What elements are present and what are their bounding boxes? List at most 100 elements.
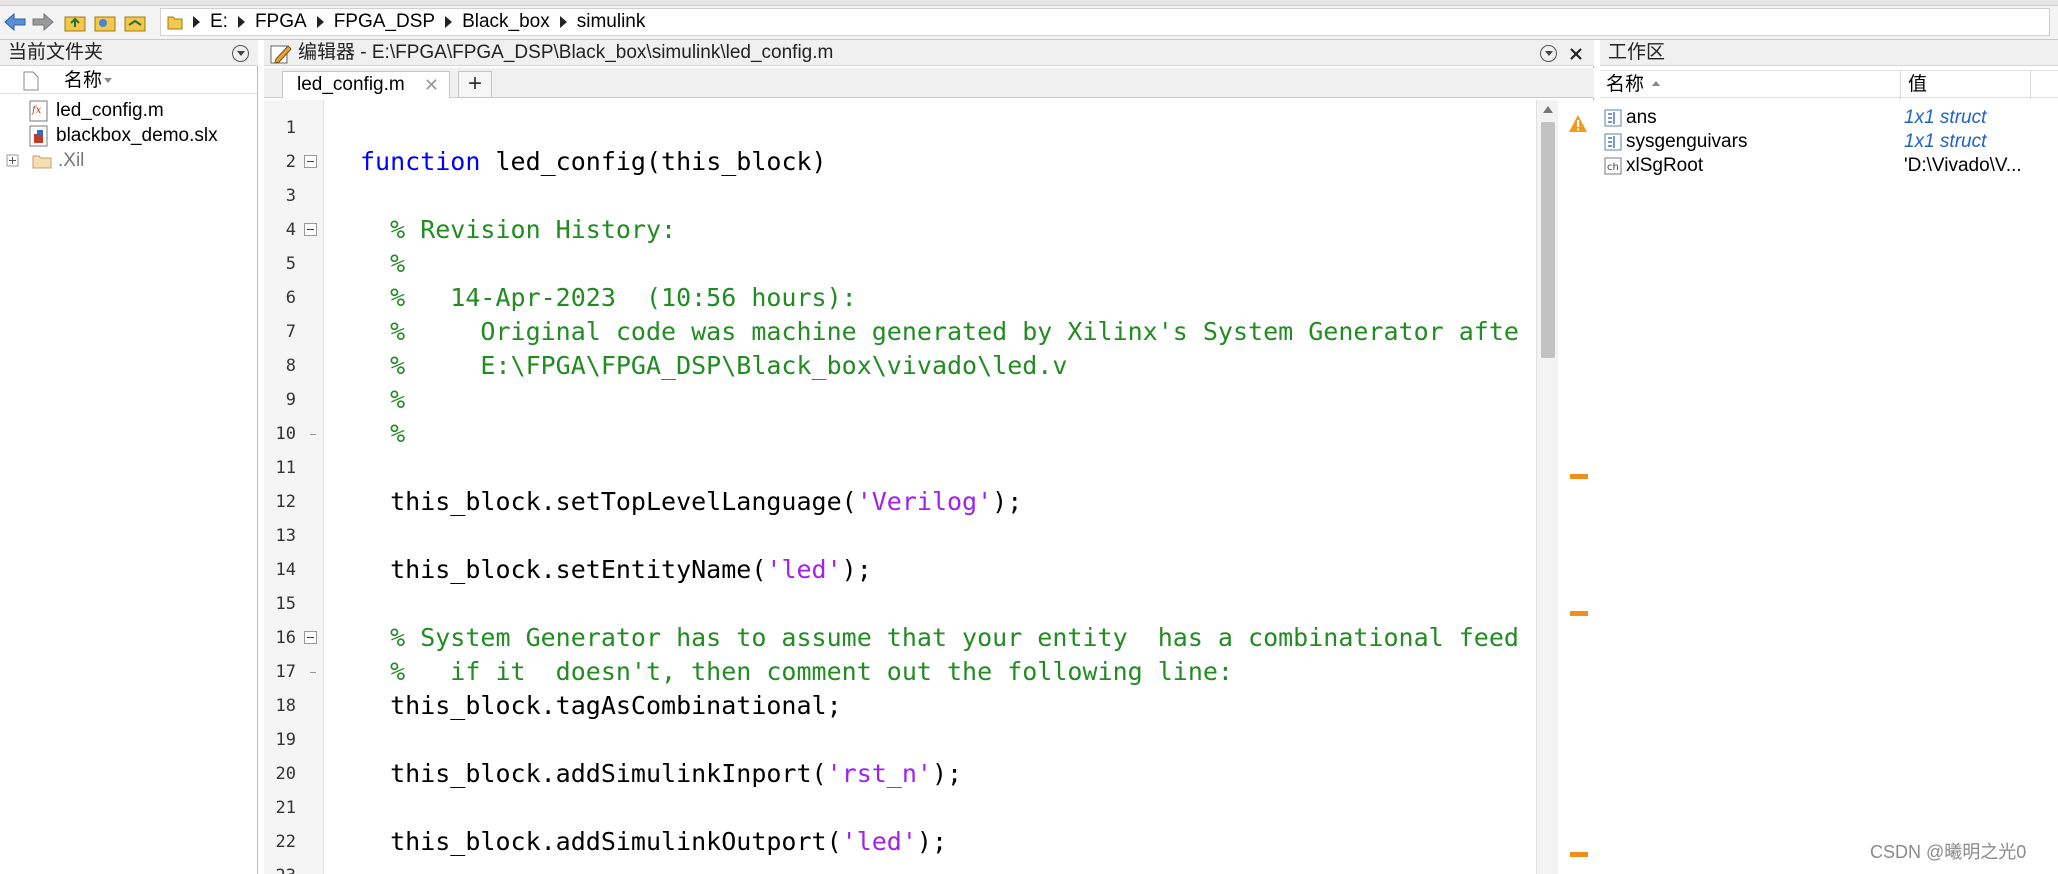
code-line[interactable]: % [360, 249, 405, 279]
fold-end-marker [310, 434, 316, 435]
code-line[interactable]: % [360, 385, 405, 415]
code-line[interactable]: this_block.addSimulinkInport('rst_n'); [360, 759, 962, 789]
add-tab-button[interactable]: + [458, 71, 492, 98]
code-line[interactable]: % Revision History: [360, 215, 676, 245]
code-comment: % if it doesn't, then comment out the fo… [360, 657, 1233, 686]
line-number-gutter: 1234567891011121314151617181920212223 [264, 100, 324, 874]
scrollbar-thumb[interactable] [1541, 122, 1555, 358]
breadcrumb-separator [316, 16, 324, 28]
line-number: 11 [275, 458, 296, 478]
folder-name: .Xil [58, 149, 85, 171]
var-value: 'D:\Vivado\V... [1904, 155, 2022, 176]
file-name: led_config.m [56, 99, 164, 121]
line-number: 7 [285, 322, 296, 342]
workspace-var-xlsgroot[interactable]: ch xlSgRoot 'D:\Vivado\V... [1600, 154, 2058, 178]
code-line[interactable]: % E:\FPGA\FPGA_DSP\Black_box\vivado\led.… [360, 351, 1067, 381]
editor-options-icon[interactable] [1540, 45, 1557, 62]
folder-history-button[interactable] [122, 10, 148, 34]
address-bar[interactable]: E: FPGA FPGA_DSP Black_box simulink [160, 8, 2050, 36]
line-number: 15 [275, 594, 296, 614]
column-divider[interactable] [1900, 71, 1901, 99]
column-divider[interactable] [2030, 71, 2031, 99]
panel-options-icon[interactable] [232, 45, 249, 62]
forward-arrow-icon [32, 12, 54, 32]
breadcrumb-fpga[interactable]: FPGA [255, 11, 307, 33]
breadcrumb-drive[interactable]: E: [210, 11, 228, 33]
code-comment: % 14-Apr-2023 (10:56 hours): [360, 283, 857, 312]
close-icon[interactable] [1568, 46, 1584, 62]
fold-toggle-icon[interactable] [304, 223, 317, 236]
code-area[interactable]: function led_config(this_block) % Revisi… [324, 100, 1524, 874]
code-line[interactable]: % System Generator has to assume that yo… [360, 623, 1519, 653]
code-keyword: function [360, 147, 481, 176]
tab-close-icon[interactable]: ✕ [424, 72, 439, 98]
fold-end-marker [310, 672, 316, 673]
back-button[interactable] [2, 10, 28, 34]
fold-toggle-icon[interactable] [304, 631, 317, 644]
code-text: this_block.setTopLevelLanguage( [360, 487, 857, 516]
name-column-label[interactable]: 名称 [1606, 71, 1644, 99]
var-name: sysgenguivars [1626, 131, 1748, 152]
breadcrumb-fpga-dsp[interactable]: FPGA_DSP [334, 11, 435, 33]
code-line[interactable]: this_block.setEntityName('led'); [360, 555, 872, 585]
code-line[interactable]: this_block.tagAsCombinational; [360, 691, 842, 721]
var-name: xlSgRoot [1626, 155, 1704, 176]
breadcrumb-separator [559, 16, 567, 28]
file-name: blackbox_demo.slx [56, 124, 218, 146]
warning-marker[interactable] [1570, 852, 1588, 857]
workspace-var-sysgenguivars[interactable]: sysgenguivars 1x1 struct [1600, 130, 2058, 154]
toolstrip-edge [0, 0, 2058, 6]
code-line[interactable]: % 14-Apr-2023 (10:56 hours): [360, 283, 857, 313]
code-text: this_block.addSimulinkInport( [360, 759, 827, 788]
code-line[interactable]: this_block.setTopLevelLanguage('Verilog'… [360, 487, 1022, 517]
folder-refresh-icon [124, 16, 146, 32]
line-number: 13 [275, 526, 296, 546]
code-line[interactable]: % [360, 419, 405, 449]
line-number: 4 [285, 220, 296, 240]
folder-row-xil[interactable]: .Xil [6, 148, 84, 173]
fold-toggle-icon[interactable] [304, 155, 317, 168]
name-column-label: 名称 [64, 70, 103, 91]
up-folder-button[interactable] [62, 10, 88, 34]
breadcrumb-separator [237, 16, 245, 28]
back-arrow-icon [4, 12, 26, 32]
var-name: ans [1626, 107, 1657, 128]
code-line[interactable]: function led_config(this_block) [360, 147, 827, 177]
warning-icon[interactable] [1568, 114, 1588, 134]
breadcrumb-simulink[interactable]: simulink [577, 11, 646, 33]
code-comment: % [360, 419, 406, 448]
code-line[interactable]: this_block.addSimulinkOutport('led'); [360, 827, 947, 857]
file-row-led-config[interactable]: fx led_config.m [28, 98, 164, 123]
file-column-header[interactable]: 名称 [0, 68, 257, 94]
folder-icon [32, 155, 52, 168]
file-row-blackbox-demo[interactable]: blackbox_demo.slx [28, 123, 218, 148]
code-text: ); [931, 759, 963, 788]
sort-down-icon [104, 78, 112, 83]
browse-folder-button[interactable] [92, 10, 118, 34]
code-line[interactable]: % if it doesn't, then comment out the fo… [360, 657, 1233, 687]
forward-button[interactable] [30, 10, 56, 34]
breadcrumb-black-box[interactable]: Black_box [462, 11, 550, 33]
code-text: this_block.setEntityName( [360, 555, 767, 584]
code-line[interactable]: % Original code was machine generated by… [360, 317, 1519, 347]
editor-panel: 编辑器 - E:\FPGA\FPGA_DSP\Black_box\simulin… [264, 40, 1594, 874]
value-column-label[interactable]: 值 [1908, 71, 1927, 99]
scroll-up-icon[interactable] [1543, 106, 1553, 113]
line-number: 17 [275, 662, 296, 682]
expand-plus-icon[interactable] [6, 154, 20, 168]
line-number: 22 [275, 832, 296, 852]
struct-icon [1604, 109, 1622, 127]
code-string: 'led' [766, 555, 842, 584]
warning-marker[interactable] [1570, 474, 1588, 479]
folder-browse-icon [94, 16, 116, 32]
warning-marker[interactable] [1570, 611, 1588, 616]
svg-text:ch: ch [1607, 162, 1619, 173]
code-analyzer-bar [1560, 100, 1594, 874]
vertical-scrollbar[interactable] [1536, 100, 1558, 874]
line-number: 21 [275, 798, 296, 818]
tab-led-config[interactable]: led_config.m ✕ [282, 71, 450, 98]
line-number: 3 [285, 186, 296, 206]
code-string: 'Verilog' [856, 487, 993, 516]
workspace-var-ans[interactable]: ans 1x1 struct [1600, 106, 2058, 130]
code-text: led_config(this_block) [480, 147, 827, 176]
